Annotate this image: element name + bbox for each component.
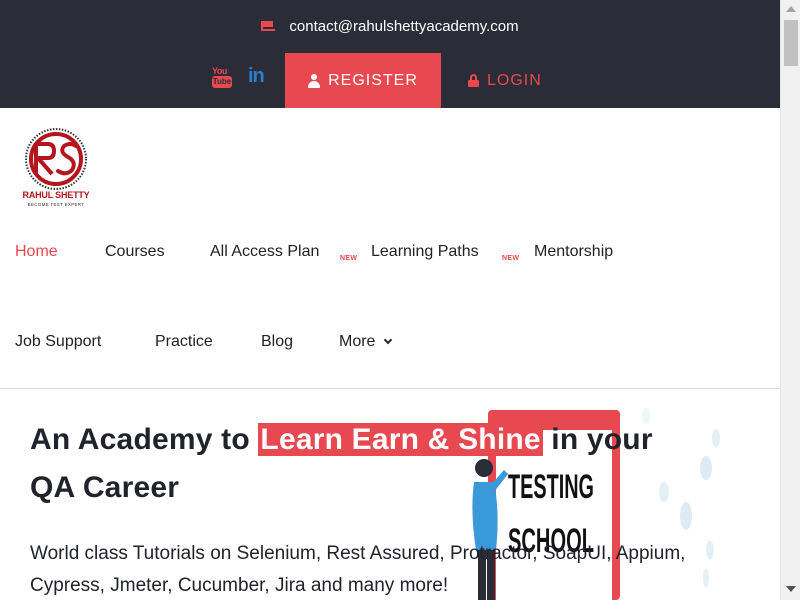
logo-mark [25,128,87,190]
nav-courses[interactable]: Courses [105,242,165,262]
nav-learning-paths[interactable]: Learning Paths [371,242,479,262]
nav-blog[interactable]: Blog [261,332,293,352]
nav-home[interactable]: Home [15,242,58,262]
illustration-text-testing: TESTING [508,468,594,506]
scroll-up-arrow-icon[interactable] [786,6,796,12]
contact-email[interactable]: contact@rahulshettyacademy.com [289,18,518,35]
login-label: LOGIN [487,71,542,89]
logo-tagline: BECOME TEST EXPERT [27,202,85,207]
user-icon [308,73,321,88]
page-scrollbar[interactable] [780,0,800,600]
site-logo[interactable]: RAHUL SHETTY BECOME TEST EXPERT [14,126,98,210]
scrollbar-thumb[interactable] [784,20,798,66]
top-bar: contact@rahulshettyacademy.com You Tube … [0,0,780,108]
nav-job-support[interactable]: Job Support [15,332,101,352]
register-button[interactable]: REGISTER [285,53,441,108]
lock-icon [468,74,479,87]
logo-name: RAHUL SHETTY [22,190,90,200]
scroll-down-arrow-icon[interactable] [786,586,796,592]
nav-mentorship[interactable]: Mentorship [534,242,613,262]
new-badge: NEW [502,255,520,262]
nav-practice[interactable]: Practice [155,332,213,352]
login-button[interactable]: LOGIN [468,53,558,108]
nav-divider [0,388,780,389]
register-label: REGISTER [328,71,418,89]
nav-more[interactable]: More [339,332,393,352]
contact-info[interactable]: contact@rahulshettyacademy.com [0,16,780,38]
hero-subtitle: World class Tutorials on Selenium, Rest … [30,543,686,596]
envelope-icon [261,21,276,32]
youtube-icon[interactable]: You Tube [212,66,232,90]
chevron-down-icon [384,335,393,345]
new-badge: NEW [340,255,358,262]
linkedin-icon[interactable]: in [248,66,268,86]
nav-all-access-plan[interactable]: All Access Plan [210,242,319,262]
hero-title-highlight: Learn Earn & Shine [258,423,543,456]
nav-more-label: More [339,333,376,350]
